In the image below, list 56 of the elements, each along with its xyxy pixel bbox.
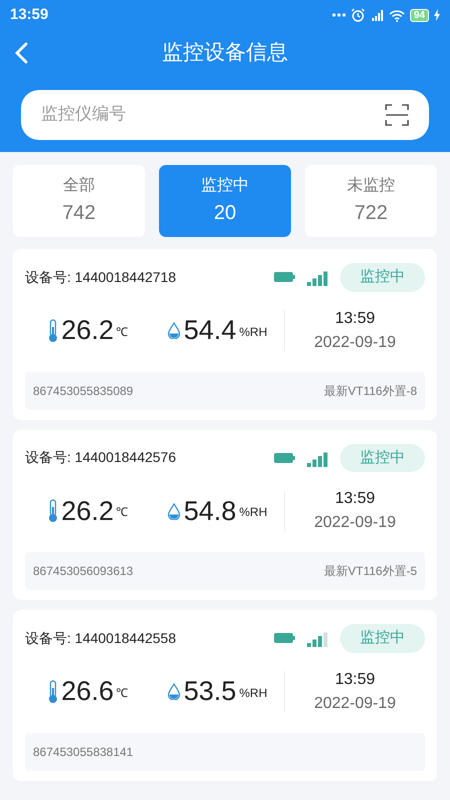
update-date: 2022-09-19	[314, 332, 396, 352]
humidity-value: 54.4	[184, 314, 236, 348]
temperature-value: 26.2	[61, 314, 114, 348]
update-time: 13:59	[334, 489, 376, 509]
status-badge: 监控中	[340, 444, 425, 472]
scan-icon[interactable]	[385, 103, 409, 127]
more-icon	[332, 13, 346, 17]
thermometer-icon	[47, 680, 60, 704]
imei-text: 867453056093613	[33, 563, 134, 580]
thermometer-icon	[47, 499, 60, 523]
device-card[interactable]: 设备号: 1440018442558 监控中 26.6℃ 53.5%RH 13:59 2022-09-19 867453055838141	[13, 610, 437, 780]
thermometer-icon	[47, 318, 60, 342]
battery-icon	[274, 272, 295, 282]
humidity-value: 53.5	[184, 675, 236, 708]
battery-icon	[274, 452, 295, 463]
back-icon[interactable]	[14, 42, 28, 64]
charging-icon	[434, 9, 440, 21]
device-number: 设备号: 1440018442558	[25, 628, 177, 648]
search-bar[interactable]: 监控仪编号	[21, 90, 429, 140]
humidity-unit: %RH	[239, 684, 268, 702]
humidity-unit: %RH	[239, 504, 268, 522]
temperature-unit: ℃	[116, 324, 128, 341]
filter-tab[interactable]: 监控中 20	[159, 165, 291, 237]
device-card[interactable]: 设备号: 1440018442718 监控中 26.2℃ 54.4%RH 13:59 2022-09-19 867453055835089 最新VT116外置-8	[13, 249, 437, 420]
device-model: 最新VT116外置-8	[324, 382, 417, 400]
temperature-value: 26.2	[61, 494, 114, 528]
status-badge: 监控中	[340, 263, 425, 292]
wifi-icon	[388, 8, 405, 22]
update-time: 13:59	[334, 670, 376, 690]
temperature-value: 26.6	[61, 675, 114, 708]
battery-indicator: 94	[410, 8, 429, 22]
water-drop-icon	[166, 683, 181, 700]
water-drop-icon	[166, 322, 181, 339]
update-date: 2022-09-19	[314, 694, 396, 714]
temperature-unit: ℃	[116, 684, 128, 702]
humidity-unit: %RH	[239, 324, 268, 341]
search-field[interactable]: 监控仪编号	[41, 102, 385, 128]
imei-text: 867453055835089	[33, 382, 134, 400]
update-time: 13:59	[334, 308, 376, 328]
filter-tab[interactable]: 未监控 722	[305, 165, 437, 237]
alarm-icon	[350, 8, 365, 22]
water-drop-icon	[166, 502, 181, 520]
device-number: 设备号: 1440018442718	[25, 268, 177, 287]
cell-signal-icon	[370, 8, 384, 22]
temperature-unit: ℃	[116, 504, 128, 522]
humidity-value: 54.8	[184, 494, 236, 528]
filter-tab[interactable]: 全部 742	[13, 165, 145, 237]
status-badge: 监控中	[340, 624, 425, 652]
device-number: 设备号: 1440018442576	[25, 448, 177, 468]
imei-text: 867453055838141	[33, 744, 134, 760]
status-time: 13:59	[10, 4, 48, 25]
device-card[interactable]: 设备号: 1440018442576 监控中 26.2℃ 54.8%RH 13:59 2022-09-19 867453056093613 最新VT116外置-5	[13, 430, 437, 600]
update-date: 2022-09-19	[314, 513, 396, 533]
battery-icon	[274, 633, 295, 644]
device-model: 最新VT116外置-5	[324, 563, 417, 580]
page-title: 监控设备信息	[162, 40, 288, 66]
